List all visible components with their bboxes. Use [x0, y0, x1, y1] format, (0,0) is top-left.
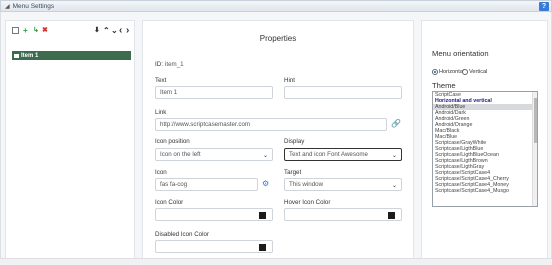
window-title: Menu Settings — [12, 2, 55, 10]
display-select[interactable]: Text and icon Font Awesome ⌄ — [284, 148, 402, 161]
move-down-icon[interactable]: ⌄ — [111, 26, 118, 36]
hover-icon-color-label: Hover Icon Color — [284, 199, 331, 206]
menu-appearance-panel: Menu orientation Horizontal Vertical The… — [421, 20, 548, 263]
icon-color-field[interactable] — [155, 208, 273, 221]
theme-listbox[interactable]: ScriptCase Horizontal and vertical Android… — [432, 91, 538, 207]
disabled-icon-color-field[interactable] — [155, 240, 273, 253]
window-titlebar: ◢ Menu Settings ? — [0, 0, 552, 12]
id-label: ID: — [155, 61, 163, 68]
chevron-down-icon: ⌄ — [262, 153, 268, 159]
hover-icon-color-swatch[interactable] — [388, 212, 395, 219]
properties-panel: Properties ID: item_1 Text Item 1 Hint L… — [142, 20, 414, 263]
properties-title: Properties — [259, 34, 297, 43]
link-label: Link — [155, 109, 167, 116]
disabled-icon-color-label: Disabled Icon Color — [155, 231, 209, 238]
menu-tree-panel: + ↳ ✖ ⬇ ⌃ ⌄ ‹ › Item 1 — [5, 20, 135, 263]
scrollbar-thumb[interactable] — [534, 98, 537, 143]
collapse-triangle-icon[interactable]: ◢ — [5, 3, 10, 10]
horizontal-scrollbar[interactable] — [0, 258, 552, 265]
link-icon[interactable]: 🔗 — [391, 119, 401, 128]
outdent-icon[interactable]: ‹ — [119, 26, 122, 36]
delete-item-icon[interactable]: ✖ — [42, 26, 48, 36]
target-select[interactable]: This window ⌄ — [284, 178, 402, 191]
orientation-vertical-label: Vertical — [469, 69, 488, 75]
display-value: Text and icon Font Awesome — [289, 151, 368, 158]
display-label: Display — [284, 138, 305, 145]
tree-toolbar: + ↳ ✖ ⬇ ⌃ ⌄ ‹ › — [12, 26, 134, 36]
theme-option[interactable]: Scriptcase/ScriptCase4_Musgo — [433, 188, 537, 194]
tree-item-label: Item 1 — [21, 52, 39, 59]
disabled-icon-color-swatch[interactable] — [259, 244, 266, 251]
theme-title: Theme — [432, 81, 456, 90]
icon-position-value: Icon on the left — [160, 151, 201, 158]
hint-label: Hint — [284, 77, 296, 84]
orientation-horizontal-label: Horizontal — [439, 69, 465, 75]
gear-icon[interactable]: ⚙ — [262, 179, 269, 188]
target-label: Target — [284, 169, 302, 176]
orientation-vertical-radio[interactable]: Vertical — [462, 69, 487, 75]
chevron-down-icon: ⌄ — [391, 183, 397, 189]
add-item-icon[interactable]: + — [23, 26, 28, 36]
move-up-icon[interactable]: ⌃ — [103, 26, 110, 36]
chevron-down-icon: ⌄ — [391, 153, 397, 159]
id-value: item_1 — [165, 61, 184, 68]
icon-color-swatch[interactable] — [259, 212, 266, 219]
orientation-title: Menu orientation — [432, 49, 489, 58]
folder-icon — [14, 53, 19, 58]
indent-icon[interactable]: › — [126, 26, 129, 36]
hover-icon-color-field[interactable] — [284, 208, 402, 221]
text-label: Text — [155, 77, 167, 84]
radio-checked-icon — [432, 69, 438, 75]
icon-label: Icon — [155, 169, 167, 176]
orientation-horizontal-radio[interactable]: Horizontal — [432, 69, 464, 75]
target-value: This window — [289, 181, 324, 188]
icon-color-label: Icon Color — [155, 199, 184, 206]
icon-position-select[interactable]: Icon on the left ⌄ — [155, 148, 273, 161]
icon-field[interactable]: fas fa-cog — [155, 178, 258, 191]
tree-item[interactable]: Item 1 — [12, 51, 131, 60]
add-subitem-icon[interactable]: ↳ — [33, 26, 39, 36]
settings-stage: + ↳ ✖ ⬇ ⌃ ⌄ ‹ › Item 1 Properties ID: it… — [0, 12, 552, 265]
link-field[interactable]: http://www.scriptcasemaster.com — [155, 118, 387, 131]
icon-position-label: Icon position — [155, 138, 190, 145]
hint-field[interactable] — [284, 86, 402, 99]
import-icon[interactable]: ⬇ — [94, 26, 100, 36]
radio-unchecked-icon — [462, 69, 468, 75]
text-field[interactable]: Item 1 — [155, 86, 273, 99]
help-button[interactable]: ? — [539, 2, 549, 11]
select-all-checkbox[interactable] — [12, 27, 19, 34]
theme-scrollbar[interactable] — [532, 92, 537, 206]
